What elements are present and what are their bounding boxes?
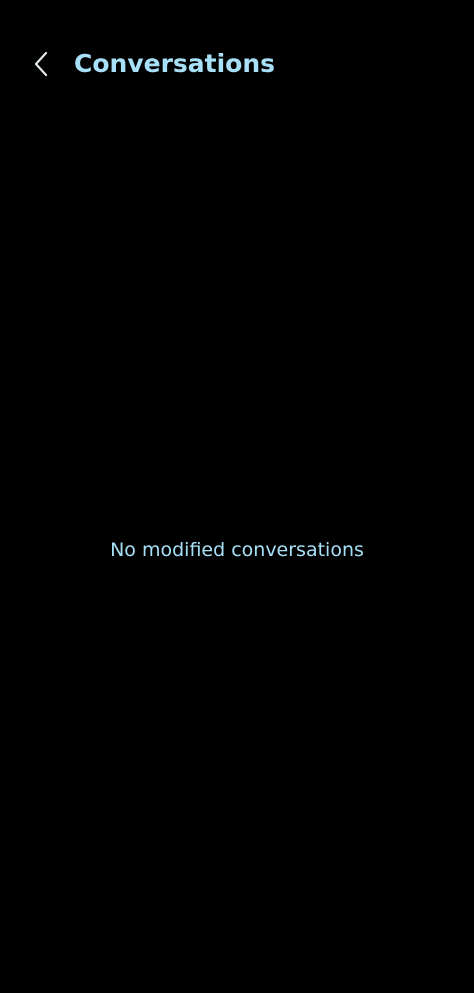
chevron-left-icon xyxy=(32,50,50,78)
empty-state-message: No modified conversations xyxy=(110,539,364,561)
conversations-screen: Conversations No modified conversations xyxy=(0,0,474,993)
app-bar: Conversations xyxy=(0,34,474,94)
page-title: Conversations xyxy=(74,49,276,78)
back-button[interactable] xyxy=(20,42,62,86)
